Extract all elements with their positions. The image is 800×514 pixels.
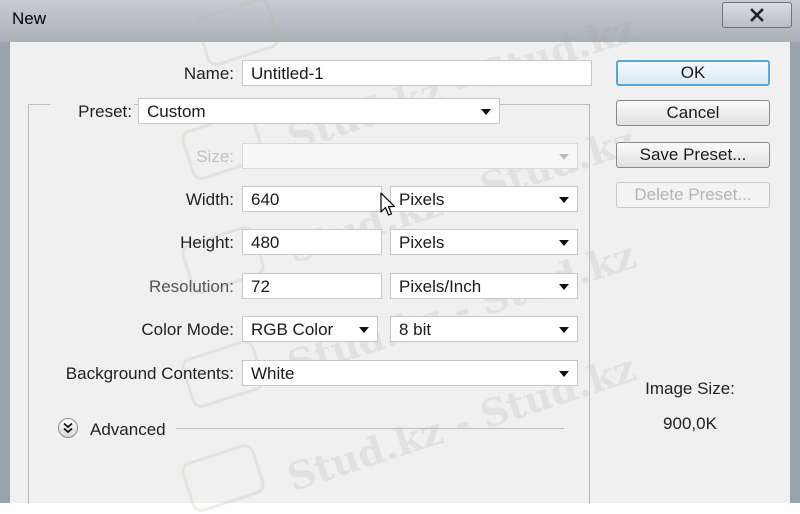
resolution-unit-dropdown[interactable]: Pixels/Inch — [390, 273, 578, 299]
size-dropdown[interactable] — [242, 143, 578, 169]
advanced-divider — [176, 428, 564, 429]
preset-value: Custom — [147, 102, 206, 121]
dialog-body: Stud.kz - Stud.kz Stud.kz - Stud.kz Stud… — [10, 0, 790, 514]
close-icon — [750, 8, 764, 22]
chevron-down-icon — [359, 327, 369, 333]
chevron-down-icon — [559, 327, 569, 333]
title-bar[interactable]: New — [0, 0, 800, 42]
resolution-unit-value: Pixels/Inch — [399, 277, 482, 296]
chevron-down-icon — [559, 371, 569, 377]
resolution-label: Resolution: — [148, 277, 234, 296]
name-label: Name: — [183, 64, 234, 83]
close-button[interactable] — [722, 2, 792, 28]
mouse-cursor-icon — [380, 192, 396, 216]
color-mode-dropdown[interactable]: RGB Color — [242, 316, 378, 342]
height-unit-value: Pixels — [399, 233, 445, 252]
bit-depth-value: 8 bit — [399, 320, 432, 339]
background-contents-label: Background Contents: — [65, 364, 234, 383]
background-contents-value: White — [251, 364, 295, 383]
delete-preset-button[interactable]: Delete Preset... — [616, 182, 770, 208]
height-unit-dropdown[interactable]: Pixels — [390, 229, 578, 255]
ok-button[interactable]: OK — [616, 60, 770, 86]
chevron-down-icon — [481, 109, 491, 115]
new-document-dialog: New Stud.kz - Stud.kz Stud.kz - Stud.kz … — [0, 0, 800, 514]
height-label: Height: — [180, 233, 234, 252]
color-mode-value: RGB Color — [251, 320, 334, 339]
background-contents-dropdown[interactable]: White — [242, 360, 578, 386]
height-input[interactable]: 480 — [242, 229, 382, 255]
resolution-value: 72 — [251, 277, 270, 296]
preset-dropdown[interactable]: Custom — [138, 98, 500, 124]
double-chevron-down-icon — [63, 422, 73, 434]
advanced-toggle[interactable] — [58, 418, 78, 438]
cancel-button[interactable]: Cancel — [616, 100, 770, 126]
image-size-label: Image Size: — [645, 379, 735, 398]
save-preset-button[interactable]: Save Preset... — [616, 142, 770, 168]
name-value: Untitled-1 — [251, 64, 324, 83]
size-label: Size: — [196, 147, 234, 166]
height-value: 480 — [251, 233, 280, 252]
bit-depth-dropdown[interactable]: 8 bit — [390, 316, 578, 342]
width-input[interactable]: 640 — [242, 186, 382, 212]
advanced-label[interactable]: Advanced — [90, 420, 166, 440]
width-unit-value: Pixels — [399, 190, 445, 209]
chevron-down-icon — [559, 284, 569, 290]
chevron-down-icon — [559, 154, 569, 160]
preset-label: Preset: — [50, 102, 134, 122]
width-value: 640 — [251, 190, 280, 209]
color-mode-label: Color Mode: — [141, 320, 234, 339]
name-input[interactable]: Untitled-1 — [242, 60, 592, 86]
width-label: Width: — [185, 190, 234, 209]
width-unit-dropdown[interactable]: Pixels — [390, 186, 578, 212]
window-title: New — [12, 9, 47, 28]
resolution-input[interactable]: 72 — [242, 273, 382, 299]
image-size-value: 900,0K — [663, 414, 717, 433]
chevron-down-icon — [559, 197, 569, 203]
chevron-down-icon — [559, 240, 569, 246]
